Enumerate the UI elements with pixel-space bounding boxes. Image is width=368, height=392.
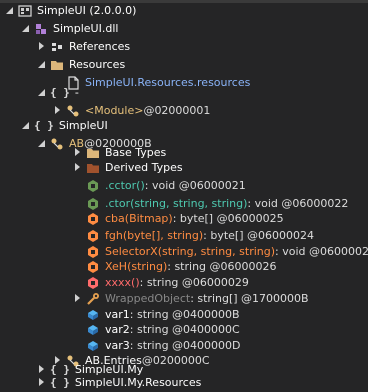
tree-node-token: : byte[] @06000024: [203, 229, 314, 242]
collapse-arrow-icon[interactable]: [4, 5, 15, 16]
expand-arrow-icon[interactable]: [72, 293, 83, 304]
tree-node-token: : string @06000026: [167, 260, 277, 273]
folder-icon: [50, 58, 64, 72]
tree-node-label: SimpleUI.dll: [53, 22, 119, 35]
tree-node-label: .cctor(): [105, 179, 145, 192]
tree-node-label: fgh(byte[], string): [105, 229, 204, 242]
expand-arrow-icon[interactable]: [52, 105, 63, 116]
method-icon: [86, 179, 100, 193]
namespace-icon: { }: [34, 119, 54, 132]
tree-node-derived-types[interactable]: Derived Types: [0, 158, 368, 177]
tree-node-token: : string @0400000C: [129, 323, 240, 336]
tree-node-label: SimpleUI: [58, 119, 108, 132]
tree-node-label: Resources: [69, 58, 126, 71]
tree-node-module[interactable]: SimpleUI.dll: [0, 19, 368, 38]
method-icon: [86, 276, 100, 290]
collapse-arrow-icon[interactable]: [36, 59, 47, 70]
tree-node-label: WrappedObject: [105, 292, 191, 305]
collapse-arrow-icon[interactable]: [20, 23, 31, 34]
expand-arrow-icon[interactable]: [72, 147, 83, 158]
tree-node-namespace-empty[interactable]: { } -: [0, 83, 368, 102]
tree-node-token: : string[] @1700000B: [190, 292, 309, 305]
tree-node-label: SimpleUI.My.Resources: [74, 376, 202, 389]
folder-red-icon: [86, 161, 100, 175]
namespace-icon: { }: [50, 86, 70, 99]
tree-node-method-cctor[interactable]: .cctor() : void @06000021: [0, 176, 368, 195]
tree-node-namespace-simpleui-my-resources[interactable]: { } SimpleUI.My.Resources: [0, 373, 368, 392]
method-icon: [86, 229, 100, 243]
assembly-icon: [18, 4, 32, 18]
namespace-icon: { }: [50, 376, 70, 389]
expand-arrow-icon[interactable]: [36, 41, 47, 52]
references-icon: [50, 40, 64, 54]
tree-node-label: cba(Bitmap): [105, 212, 173, 225]
tree-node-label: xxxx(): [105, 276, 140, 289]
property-icon: [86, 292, 100, 306]
tree-node-resources[interactable]: Resources: [0, 55, 368, 74]
field-icon: [86, 323, 100, 337]
method-icon: [86, 260, 100, 274]
tree-node-assembly[interactable]: SimpleUI (2.0.0.0): [0, 1, 368, 20]
module-icon: [34, 22, 48, 36]
method-icon: [86, 212, 100, 226]
tree-node-label: SimpleUI (2.0.0.0): [37, 4, 137, 17]
expand-arrow-icon[interactable]: [72, 162, 83, 173]
tree-node-token: : void @06000021: [144, 179, 246, 192]
tree-node-references[interactable]: References: [0, 37, 368, 56]
collapse-arrow-icon[interactable]: [20, 120, 31, 131]
collapse-arrow-icon[interactable]: [36, 87, 47, 98]
tree-node-namespace-simpleui[interactable]: { } SimpleUI: [0, 116, 368, 135]
tree-node-token: : string @06000029: [139, 276, 249, 289]
tree-node-label: Derived Types: [105, 161, 183, 174]
tree-node-label: References: [69, 40, 131, 53]
tree-node-label: -: [74, 86, 79, 99]
expand-arrow-icon[interactable]: [36, 377, 47, 388]
tree-node-label: var2: [105, 323, 130, 336]
tree-node-label: XeH(string): [105, 260, 168, 273]
tree-node-token: : byte[] @06000025: [172, 212, 284, 225]
